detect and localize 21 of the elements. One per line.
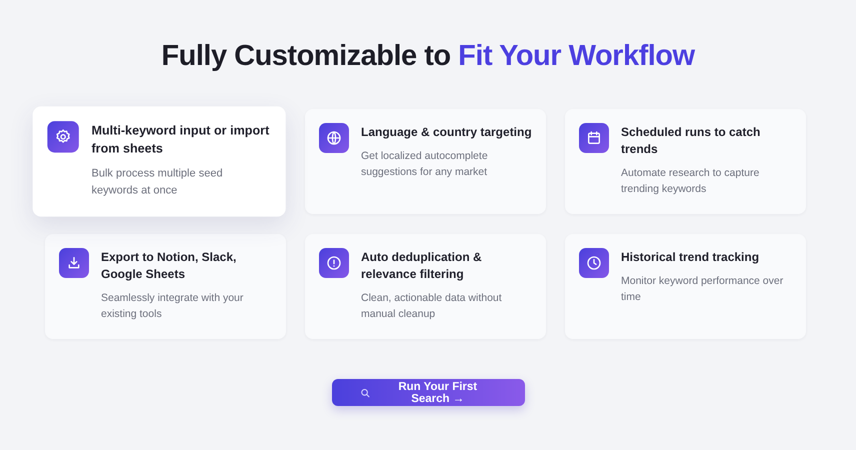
feature-description: Monitor keyword performance over time — [621, 274, 784, 305]
section-heading: Fully Customizable to Fit Your Workflow — [160, 40, 696, 73]
feature-description: Seamlessly integrate with your existing tools — [101, 291, 244, 322]
feature-title: Historical trend tracking — [621, 249, 760, 266]
feature-title: Scheduled runs to catch trends — [621, 124, 762, 158]
feature-title: Auto deduplication & relevance filtering — [361, 249, 483, 283]
feature-description: Clean, actionable data without manual cleanup — [361, 291, 503, 322]
gear-icon — [47, 121, 79, 153]
feature-title: Export to Notion, Slack, Google Sheets — [101, 249, 238, 283]
feature-description: Bulk process multiple seed keywords at once — [91, 166, 224, 199]
calendar-icon — [579, 123, 609, 153]
search-icon — [360, 386, 370, 398]
run-search-button[interactable]: Run Your First Search → — [332, 379, 524, 406]
download-icon — [59, 248, 89, 278]
clock-icon — [579, 248, 609, 278]
globe-icon — [319, 123, 349, 153]
feature-title: Multi-keyword input or import from sheets — [91, 122, 270, 158]
alert-icon — [319, 248, 349, 278]
feature-description: Automate research to capture trending keywords — [621, 166, 760, 197]
feature-title: Language & country targeting — [361, 124, 532, 141]
feature-description: Get localized autocomplete suggestions for any market — [361, 149, 489, 180]
